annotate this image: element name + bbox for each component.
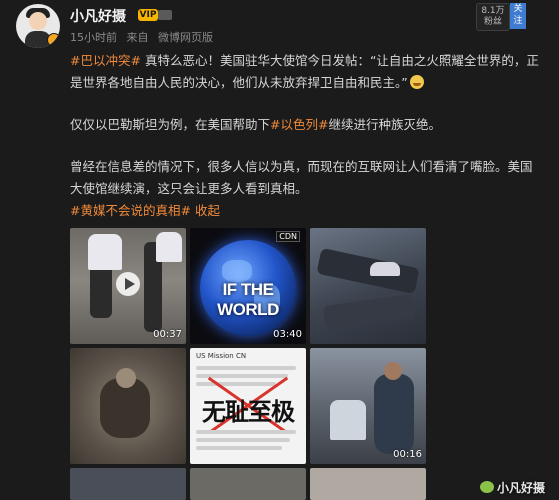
- watermark: 小凡好摄: [479, 479, 545, 496]
- post-header: 小凡好摄 VIP 15小时前 来自 微博网页版 8.1万 粉丝 关注: [0, 0, 559, 52]
- media-tile-video-1[interactable]: 00:37: [70, 228, 186, 344]
- media-tile-image-3[interactable]: [310, 228, 426, 344]
- vip-badge-icon: VIP: [138, 9, 158, 21]
- video-duration: 00:16: [393, 449, 422, 460]
- post-from-label: 来自: [126, 31, 149, 44]
- media-tile-video-6[interactable]: 00:16: [310, 348, 426, 464]
- topic-tag[interactable]: #巴以冲突#: [70, 53, 141, 68]
- text-line: [196, 446, 282, 450]
- play-icon[interactable]: [116, 272, 140, 296]
- channel-badge: CDN: [276, 231, 300, 242]
- continent-shape: [222, 260, 252, 282]
- topic-tag[interactable]: #以色列#: [270, 117, 328, 132]
- media-tile-image-8[interactable]: [190, 468, 306, 500]
- collapse-link[interactable]: 收起: [195, 203, 220, 218]
- figure-shirt: [370, 262, 400, 276]
- text-line: [196, 430, 296, 434]
- topic-tag[interactable]: #黄媒不会说的真相#: [70, 203, 191, 218]
- video-duration: 00:37: [153, 329, 182, 340]
- vip-level-icon: [158, 10, 172, 20]
- media-grid: 00:37 IF THE WORLD CDN 03:40 US Mission …: [70, 228, 426, 500]
- verified-badge-icon: [47, 33, 60, 47]
- paragraph-text: 曾经在信息差的情况下，很多人信以为真，而现在的互联网让人们看清了嘴脸。美国大使馆…: [70, 159, 533, 196]
- video-title-overlay: IF THE WORLD: [217, 280, 279, 319]
- disgust-emoji-icon: [409, 75, 424, 89]
- weibo-logo-icon: [479, 481, 494, 493]
- avatar-face: [29, 12, 47, 30]
- figure-head: [116, 368, 136, 388]
- post-paragraph-1: #巴以冲突# 真特么恶心！美国驻华大使馆今日发帖：“让自由之火照耀全世界的，正是…: [70, 50, 540, 94]
- fans-badge[interactable]: 8.1万 粉丝: [476, 3, 510, 31]
- media-tile-video-2[interactable]: IF THE WORLD CDN 03:40: [190, 228, 306, 344]
- post-meta: 15小时前 来自 微博网页版: [70, 29, 219, 45]
- paragraph-text: 真特么恶心！美国驻华大使馆今日发帖：“让自由之火照耀全世界的，正是世界各地自由人…: [70, 53, 539, 90]
- paragraph-text: 仅仅以巴勒斯坦为例，在美国帮助下: [70, 117, 271, 132]
- follow-button[interactable]: 关注: [510, 3, 526, 29]
- figure-shirt: [330, 400, 366, 440]
- paragraph-text: 继续进行种族灭绝。: [328, 117, 441, 132]
- post-paragraph-2: 仅仅以巴勒斯坦为例，在美国帮助下#以色列#继续进行种族灭绝。: [70, 114, 540, 136]
- fans-label: 粉丝: [483, 17, 502, 27]
- tweet-header: US Mission CN: [196, 352, 247, 360]
- media-tile-image-5[interactable]: US Mission CN 无耻至极: [190, 348, 306, 464]
- figure-silhouette: [322, 293, 416, 331]
- fans-count: 8.1万: [481, 6, 505, 16]
- caption-overlay: 无耻至极: [202, 399, 295, 426]
- figure-shirt: [88, 234, 122, 270]
- media-tile-image-9[interactable]: [310, 468, 426, 500]
- post-source: 微博网页版: [158, 31, 213, 44]
- post-paragraph-3: 曾经在信息差的情况下，很多人信以为真，而现在的互联网让人们看清了嘴脸。美国大使馆…: [70, 156, 540, 222]
- media-tile-image-4[interactable]: [70, 348, 186, 464]
- post-time[interactable]: 15小时前: [70, 31, 117, 44]
- user-avatar[interactable]: [16, 4, 60, 48]
- figure-shirt: [156, 232, 182, 262]
- text-line: [196, 382, 276, 386]
- figure-head: [384, 362, 402, 380]
- figure-silhouette: [374, 374, 414, 454]
- username[interactable]: 小凡好摄: [70, 6, 126, 26]
- figure-silhouette: [316, 247, 420, 295]
- watermark-text: 小凡好摄: [496, 481, 545, 495]
- video-duration: 03:40: [273, 329, 302, 340]
- media-tile-image-7[interactable]: [70, 468, 186, 500]
- text-line: [196, 366, 296, 370]
- text-line: [196, 438, 290, 442]
